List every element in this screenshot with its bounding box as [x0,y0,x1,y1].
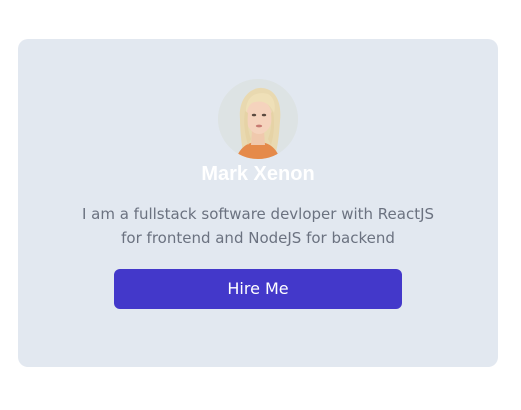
hire-me-button[interactable]: Hire Me [114,269,402,309]
profile-photo-icon [218,79,298,159]
profile-name: Mark Xenon [201,163,315,185]
profile-card: Mark Xenon I am a fullstack software dev… [18,39,498,367]
profile-bio: I am a fullstack software devloper with … [81,205,435,247]
avatar [218,79,298,159]
